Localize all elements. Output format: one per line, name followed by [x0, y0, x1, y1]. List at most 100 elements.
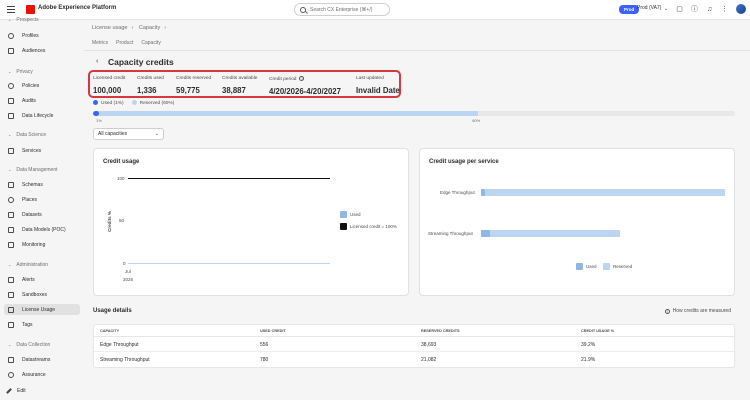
- capacity-filter-dropdown[interactable]: All capacities ⌄: [93, 128, 164, 140]
- licensed-credit-line: [128, 178, 330, 179]
- sidebar-item-audits[interactable]: Audits: [4, 95, 80, 106]
- tab-product[interactable]: Product: [116, 40, 133, 46]
- audit-icon: [8, 97, 14, 104]
- column-header[interactable]: Reserved credits: [421, 329, 460, 333]
- chevron-down-icon: ⌄: [154, 131, 159, 137]
- bar-reserved-label: 60%: [472, 118, 481, 123]
- dot-icon: [93, 100, 98, 105]
- monitoring-icon: [8, 241, 14, 248]
- avatar[interactable]: [736, 4, 746, 14]
- lifecycle-icon: [8, 112, 14, 119]
- sidebar-item-alerts[interactable]: Alerts: [4, 274, 80, 285]
- app-title: Adobe Experience Platform: [38, 5, 117, 11]
- breadcrumb-separator: ›: [164, 25, 167, 31]
- swatch-icon: [340, 211, 347, 218]
- reserved-bar: [481, 189, 725, 196]
- sidebar-item-monitoring[interactable]: Monitoring: [4, 239, 80, 250]
- used-bar: [481, 230, 491, 237]
- column-header[interactable]: Used credit: [260, 329, 286, 333]
- adobe-logo: [26, 5, 35, 14]
- info-icon[interactable]: i: [299, 76, 305, 81]
- sidebar-item-datastreams[interactable]: Datastreams: [4, 354, 80, 365]
- sidebar: ⌄ Prospects Profiles Audiences ⌄ Privacy P…: [0, 17, 84, 400]
- search-icon: [300, 6, 306, 13]
- swatch-icon: [340, 223, 347, 230]
- legend-licensed: Licensed credit = 100%: [340, 223, 397, 230]
- stat-credits-available: Credits available 38,887: [222, 76, 258, 95]
- y-tick: 50: [119, 218, 125, 223]
- card-title: Credit usage per service: [429, 159, 499, 165]
- dataset-icon: [8, 211, 14, 218]
- apps-grid-icon[interactable]: ⋮: [720, 5, 729, 14]
- credit-usage-per-service-card: Credit usage per service Edge Throughput…: [419, 148, 735, 296]
- how-credits-measured-link[interactable]: i How credits are measured: [664, 308, 731, 314]
- tab-metrics[interactable]: Metrics: [92, 40, 108, 46]
- chevron-icon: ⌄: [8, 262, 12, 267]
- top-bar: Adobe Experience Platform Search CX Ente…: [0, 0, 750, 20]
- pencil-icon: [6, 388, 12, 394]
- sidebar-item-policies[interactable]: Policies: [4, 80, 80, 91]
- usage-details: Usage details i How credits are measured …: [93, 306, 735, 368]
- table-header: Capacity Used credit Reserved credits Cr…: [94, 325, 734, 337]
- sandbox-switcher[interactable]: Prod (VA7): [637, 5, 661, 11]
- sidebar-item-tags[interactable]: Tags: [4, 319, 80, 330]
- x-tick: Jul: [125, 269, 131, 274]
- breadcrumb-capacity[interactable]: Capacity: [139, 25, 160, 31]
- info-icon: i: [664, 308, 670, 314]
- legend-used: Used (1%): [93, 100, 124, 106]
- sidebar-item-places[interactable]: Places: [4, 194, 80, 205]
- sidebar-item-schemas[interactable]: Schemas: [4, 179, 80, 190]
- help-icon[interactable]: ⓘ: [690, 5, 699, 14]
- sidebar-section-privacy[interactable]: ⌄ Privacy: [8, 69, 33, 75]
- search-input[interactable]: Search CX Enterprise (⌘+/): [294, 3, 390, 16]
- policy-icon: [8, 82, 14, 89]
- bar-start-label: 1%: [96, 118, 102, 123]
- column-header[interactable]: Credit usage %: [581, 329, 614, 333]
- edit-sidebar-button[interactable]: Edit: [6, 388, 26, 394]
- breadcrumb-separator: ›: [131, 25, 134, 31]
- sidebar-item-profiles[interactable]: Profiles: [4, 30, 80, 41]
- stat-credit-period: Credit period i 4/20/2026-4/20/2027: [269, 76, 341, 96]
- sidebar-item-sandboxes[interactable]: Sandboxes: [4, 289, 80, 300]
- chat-icon[interactable]: ▢: [675, 5, 684, 14]
- sidebar-section-data-management[interactable]: ⌄ Data Management: [8, 167, 58, 173]
- reserved-fill: [93, 111, 479, 116]
- chevron-down-icon[interactable]: ⌄: [664, 6, 668, 12]
- sidebar-section-prospects[interactable]: ⌄ Prospects: [8, 17, 39, 23]
- sub-navigation: Metrics Product Capacity: [92, 40, 161, 46]
- sidebar-item-data-models[interactable]: Data Models (POC): [4, 224, 80, 235]
- tab-capacity[interactable]: Capacity: [141, 40, 160, 46]
- sidebar-section-data-science[interactable]: ⌄ Data Science: [8, 132, 46, 138]
- stat-credits-used: Credits used 1,336: [137, 76, 164, 95]
- sidebar-item-audiences[interactable]: Audiences: [4, 45, 80, 56]
- chevron-icon: ⌄: [8, 132, 12, 137]
- sidebar-item-license-usage[interactable]: License Usage: [4, 304, 80, 315]
- sidebar-section-data-collection[interactable]: ⌄ Data Collection: [8, 342, 50, 348]
- table-row[interactable]: Edge Throughput 556 38,693 39.2%: [94, 337, 734, 352]
- assurance-icon: [8, 371, 14, 378]
- sidebar-item-data-lifecycle[interactable]: Data Lifecycle: [4, 110, 80, 121]
- service-label: Edge Throughput: [440, 190, 475, 195]
- table-row[interactable]: Streaming Throughput 780 21,082 21.9%: [94, 352, 734, 367]
- sidebar-item-datasets[interactable]: Datasets: [4, 209, 80, 220]
- legend-used: Used: [340, 211, 361, 218]
- usage-table: Capacity Used credit Reserved credits Cr…: [93, 324, 735, 368]
- sidebar-item-assurance[interactable]: Assurance: [4, 369, 80, 380]
- legend-reserved: Reserved: [603, 263, 632, 270]
- location-icon: [8, 196, 14, 203]
- sidebar-item-services[interactable]: Services: [4, 145, 80, 156]
- breadcrumb-license-usage[interactable]: License usage: [92, 25, 127, 31]
- credit-usage-card: Credit usage 100 50 0 Credits % Jul 2026…: [93, 148, 409, 296]
- dot-icon: [131, 100, 137, 105]
- back-arrow-icon[interactable]: ‹: [96, 58, 98, 65]
- overall-usage-bar: [93, 111, 735, 116]
- person-icon: [8, 32, 14, 39]
- menu-icon[interactable]: [7, 6, 15, 13]
- chevron-icon: ⌄: [8, 17, 12, 22]
- card-title: Credit usage: [103, 159, 140, 165]
- page-title: Capacity credits: [108, 57, 174, 67]
- column-header[interactable]: Capacity: [100, 329, 119, 333]
- divider: [84, 50, 750, 51]
- sidebar-section-administration[interactable]: ⌄ Administration: [8, 262, 48, 268]
- bell-icon[interactable]: ♫: [705, 5, 714, 14]
